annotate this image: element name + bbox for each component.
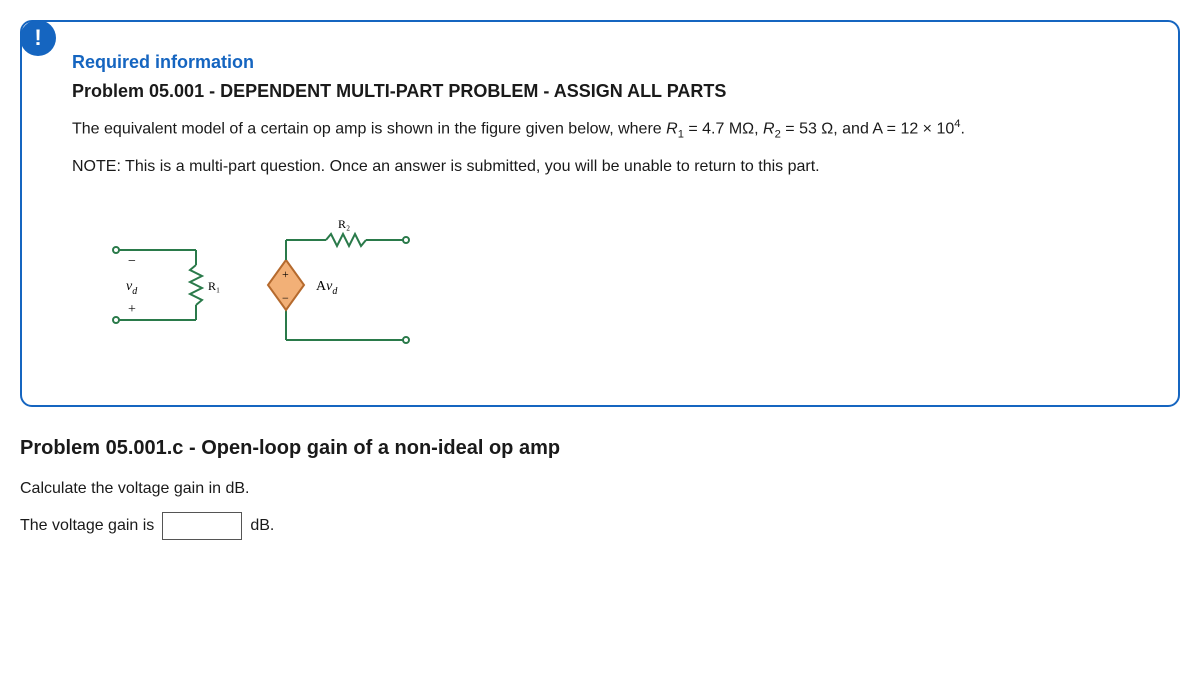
diamond-minus: − xyxy=(282,291,289,305)
diamond-plus: + xyxy=(282,267,289,281)
r1-value: = 4.7 MΩ, xyxy=(684,120,763,137)
answer-prefix: The voltage gain is xyxy=(20,517,154,535)
opamp-model-svg: − + vd R₁ xyxy=(76,210,436,360)
problem-heading: Problem 05.001 - DEPENDENT MULTI-PART PR… xyxy=(72,81,1138,102)
circuit-diagram: − + vd R₁ xyxy=(72,200,1138,375)
required-information-box: ! Required information Problem 05.001 - … xyxy=(20,20,1180,407)
subproblem-heading: Problem 05.001.c - Open-loop gain of a n… xyxy=(20,437,1180,460)
r1-symbol: R xyxy=(666,120,678,137)
answer-unit: dB. xyxy=(250,517,274,535)
r2-a-value: = 53 Ω, and A = 12 × 10 xyxy=(781,120,954,137)
attention-icon: ! xyxy=(20,20,56,56)
plus-label: + xyxy=(128,302,136,317)
description-text: The equivalent model of a certain op amp… xyxy=(72,120,666,137)
r1-label: R₁ xyxy=(208,279,220,293)
voltage-gain-input[interactable] xyxy=(162,512,242,540)
r2-symbol: R xyxy=(763,120,775,137)
prompt-text: Calculate the voltage gain in dB. xyxy=(20,480,1180,498)
r2-label: R₂ xyxy=(338,217,350,231)
answer-line: The voltage gain is dB. xyxy=(20,512,1180,540)
avd-label: Avd xyxy=(316,279,338,297)
exclamation-icon: ! xyxy=(34,25,41,51)
vd-label: vd xyxy=(126,279,138,297)
multipart-note: NOTE: This is a multi-part question. Onc… xyxy=(72,158,1138,176)
problem-description: The equivalent model of a certain op amp… xyxy=(72,116,1138,144)
period: . xyxy=(961,120,965,137)
minus-label: − xyxy=(128,254,136,269)
required-information-label: Required information xyxy=(72,52,1138,73)
